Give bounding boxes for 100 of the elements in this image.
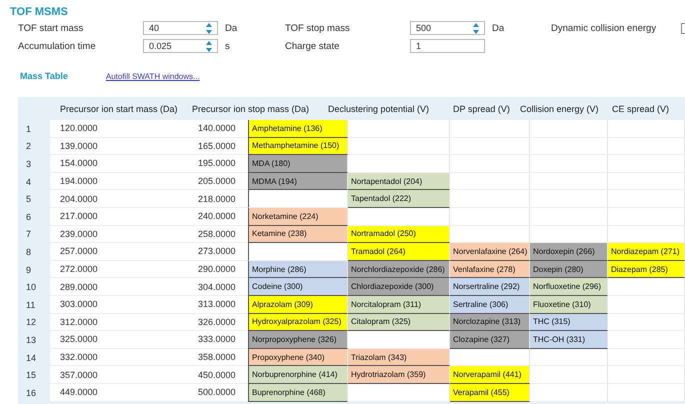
compound-cell: Propoxyphene (340) — [248, 348, 348, 366]
compound-cell: Norchlordiazepoxide (286) — [348, 260, 450, 278]
row-number: 4 — [25, 176, 32, 189]
compound-cell: Nortapentadol (204) — [348, 172, 450, 190]
table-cell: 204.0000 — [50, 190, 188, 208]
compound-cell: Nordiazepam (271) — [608, 243, 685, 261]
table-cell: 240.0000 — [188, 208, 248, 226]
compound-cell: Nortramadol (250) — [348, 226, 450, 244]
row-number: 1 — [25, 122, 32, 136]
spin-arrows-icon[interactable] — [206, 40, 212, 52]
table-cell: 303.0000 — [50, 296, 188, 314]
field-label: Charge state — [285, 40, 340, 52]
row-number: 15 — [25, 369, 38, 382]
table-cell: 257.0000 — [50, 243, 188, 261]
table-cell: 120.0000 — [50, 120, 188, 138]
unit-label: Da — [224, 22, 238, 34]
compound-cell: Tapentadol (222) — [348, 190, 450, 208]
compound-cell: Triazolam (343) — [348, 348, 450, 366]
row-number: 10 — [25, 281, 38, 294]
compound-cell: Norvenlafaxine (264) — [450, 243, 530, 261]
compound-cell: Sertraline (306) — [450, 296, 530, 314]
compound-cell: Hydrotriazolam (359) — [348, 366, 450, 384]
input-field[interactable]: 40 — [143, 21, 218, 35]
row-number: 5 — [25, 193, 32, 206]
row-number: 2 — [25, 140, 32, 154]
row-number: 13 — [25, 334, 38, 347]
column-header: Precursor ion stop mass (Da) — [192, 104, 310, 114]
table-cell: 290.0000 — [188, 260, 248, 278]
table-cell: 333.0000 — [188, 331, 248, 349]
table-cell: 273.0000 — [188, 243, 248, 261]
table-cell: 194.0000 — [50, 172, 188, 190]
row-number: 9 — [25, 264, 32, 277]
compound-cell: Citalopram (325) — [348, 314, 450, 332]
compound-cell: Norclozapine (313) — [450, 314, 530, 332]
section-title: TOF MSMS — [10, 6, 68, 18]
compound-cell: Doxepin (280) — [530, 260, 608, 278]
compound-cell: Amphetamine (136) — [248, 120, 348, 138]
row-number: 3 — [25, 158, 32, 171]
input-field[interactable]: 1 — [410, 39, 485, 53]
field-label: Accumulation time — [18, 40, 97, 52]
column-header: Precursor ion start mass (Da) — [60, 104, 179, 114]
compound-cell: Buprenorphine (468) — [248, 384, 348, 402]
compound-cell: Methamphetamine (150) — [248, 138, 348, 156]
table-cell: 332.0000 — [50, 348, 188, 366]
row-number: 14 — [25, 352, 38, 365]
compound-cell: Chlordiazepoxide (300) — [348, 278, 450, 296]
input-field[interactable]: 500 — [410, 21, 485, 35]
table-cell: 205.0000 — [188, 172, 248, 190]
compound-cell: THC (315) — [530, 314, 608, 332]
column-header: Declustering potential (V) — [328, 104, 430, 114]
compound-cell: Nordoxepin (266) — [530, 243, 608, 261]
table-cell: 449.0000 — [50, 384, 188, 402]
table-cell: 325.0000 — [50, 331, 188, 349]
table-cell: 140.0000 — [188, 120, 248, 138]
compound-cell: Hydroxyalprazolam (325) — [248, 314, 348, 332]
table-cell: 357.0000 — [50, 366, 188, 384]
table-cell: 239.0000 — [50, 226, 188, 244]
spin-arrows-icon[interactable] — [473, 22, 479, 34]
input-field[interactable]: 0.025 — [143, 39, 218, 53]
table-cell: 272.0000 — [50, 260, 188, 278]
column-header: DP spread (V) — [453, 104, 511, 114]
table-cell: 289.0000 — [50, 278, 188, 296]
table-cell: 139.0000 — [50, 138, 188, 156]
row-number: 12 — [25, 316, 38, 330]
compound-cell: THC-OH (331) — [530, 331, 608, 349]
row-number: 16 — [25, 386, 38, 400]
field-label: TOF stop mass — [285, 22, 351, 34]
table-title: Mass Table — [20, 71, 68, 81]
compound-cell: Clozapine (327) — [450, 331, 530, 349]
compound-cell: Codeine (300) — [248, 278, 348, 296]
table-cell: 312.0000 — [50, 314, 188, 332]
compound-cell: Norketamine (224) — [248, 208, 348, 226]
table-cell: 154.0000 — [50, 155, 188, 173]
column-header: CE spread (V) — [612, 104, 670, 114]
unit-label: Da — [491, 22, 506, 34]
field-label: Dynamic collision energy — [551, 22, 658, 34]
table-cell: 304.0000 — [188, 278, 248, 296]
table-cell: 450.0000 — [188, 366, 248, 384]
unit-label: s — [224, 40, 231, 52]
column-header: Collision energy (V) — [520, 104, 600, 114]
compound-cell: Alprazolam (309) — [248, 296, 348, 314]
table-cell: 217.0000 — [50, 208, 188, 226]
table-cell: 500.0000 — [188, 384, 248, 402]
row-number: 8 — [25, 246, 32, 259]
table-cell: 313.0000 — [188, 296, 248, 314]
compound-cell: MDMA (194) — [248, 172, 348, 190]
spin-arrows-icon[interactable] — [206, 22, 212, 34]
compound-cell: Tramadol (264) — [348, 243, 450, 261]
field-label: TOF start mass — [18, 22, 84, 34]
compound-cell: Norbuprenorphine (414) — [248, 366, 348, 384]
table-cell: 218.0000 — [188, 190, 248, 208]
autofill-link[interactable]: Autofill SWATH windows... — [106, 72, 200, 80]
table-cell: 165.0000 — [188, 138, 248, 156]
compound-cell: Norpropoxyphene (326) — [248, 331, 348, 349]
compound-cell: Fluoxetine (310) — [530, 296, 608, 314]
compound-cell: Morphine (286) — [248, 260, 348, 278]
compound-cell: Venlafaxine (278) — [450, 260, 530, 278]
row-number: 11 — [25, 298, 36, 312]
compound-cell: Norsertraline (292) — [450, 278, 530, 296]
compound-cell: Diazepam (285) — [608, 260, 685, 278]
